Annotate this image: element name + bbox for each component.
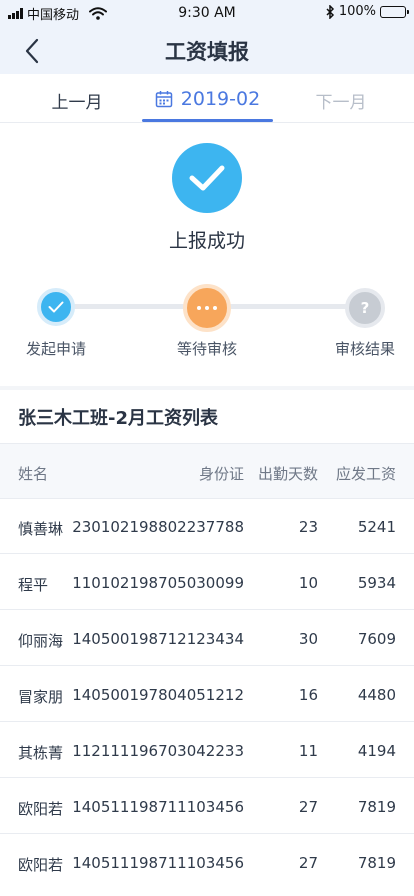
- cell-id: 112111196703042233: [72, 742, 244, 760]
- bluetooth-icon: [326, 4, 334, 19]
- cell-pay: 7819: [357, 798, 396, 816]
- header-id: 身份证: [198, 465, 244, 483]
- cell-pay: 5241: [357, 518, 396, 536]
- battery-percent: 100%: [338, 4, 376, 19]
- cell-pay: 4194: [357, 742, 396, 760]
- cell-days: 10: [298, 574, 318, 592]
- table-row[interactable]: 程平 110102198705030099 10 5934: [0, 555, 414, 610]
- page-title: 工资填报: [165, 40, 249, 64]
- cell-id: 140500197804051212: [72, 686, 244, 704]
- status-bar: 中国移动 9:30 AM 100%: [0, 0, 414, 26]
- cell-name: 慎善琳: [18, 520, 64, 538]
- active-tab-indicator: [142, 119, 273, 122]
- table-row[interactable]: 欧阳若 140511198711103456 27 7819: [0, 835, 414, 890]
- cell-pay: 4480: [357, 686, 396, 704]
- month-tabs: 上一月 2019-02 下一月: [0, 74, 414, 123]
- cell-id: 140511198711103456: [72, 854, 244, 872]
- step-done-dot: [37, 288, 75, 326]
- calendar-icon: [155, 90, 173, 107]
- cell-days: 27: [298, 798, 318, 816]
- question-icon: ?: [360, 299, 370, 317]
- step-result-dot: ?: [345, 288, 385, 328]
- table-row[interactable]: 慎善琳 230102198802237788 23 5241: [0, 499, 414, 554]
- cell-pay: 7609: [357, 630, 396, 648]
- cell-days: 11: [298, 742, 318, 760]
- section-title: 张三木工班-2月工资列表: [18, 408, 218, 429]
- step-connector-2: [230, 304, 348, 309]
- header-days: 出勤天数: [257, 465, 318, 483]
- cell-name: 冒家朋: [18, 688, 64, 706]
- cell-name: 仰丽海: [18, 632, 64, 650]
- cell-days: 23: [298, 518, 318, 536]
- cell-days: 30: [298, 630, 318, 648]
- cell-pay: 7819: [357, 854, 396, 872]
- table-row[interactable]: 欧阳若 140511198711103456 27 7819: [0, 779, 414, 834]
- table-header: 姓名 身份证 出勤天数 应发工资: [0, 443, 414, 499]
- battery-icon: [380, 5, 409, 18]
- table-row[interactable]: 其栋菁 112111196703042233 11 4194: [0, 723, 414, 778]
- cell-pay: 5934: [357, 574, 396, 592]
- step-label-apply: 发起申请: [25, 340, 86, 358]
- status-right: 100%: [326, 4, 409, 19]
- cell-id: 140500198712123434: [72, 630, 244, 648]
- checkmark-icon: [189, 165, 225, 191]
- cell-id: 110102198705030099: [72, 574, 244, 592]
- cell-name: 欧阳若: [18, 856, 64, 874]
- step-check-icon: [48, 301, 64, 313]
- next-month-button[interactable]: 下一月: [292, 88, 390, 113]
- step-pending-dot: [183, 284, 231, 332]
- cell-id: 230102198802237788: [72, 518, 244, 536]
- current-month-label: 2019-02: [180, 87, 261, 110]
- nav-bar: 工资填报: [0, 26, 414, 74]
- success-check-icon: [172, 143, 242, 213]
- prev-month-button[interactable]: 上一月: [28, 88, 126, 113]
- step-label-waiting: 等待审核: [176, 340, 237, 358]
- step-connector-1: [74, 304, 186, 309]
- step-label-result: 审核结果: [334, 340, 395, 358]
- table-row[interactable]: 冒家朋 140500197804051212 16 4480: [0, 667, 414, 722]
- section-divider: [0, 386, 414, 390]
- cell-name: 其栋菁: [18, 744, 64, 762]
- success-message: 上报成功: [168, 230, 245, 252]
- current-month-tab[interactable]: 2019-02: [142, 74, 273, 123]
- cell-days: 16: [298, 686, 318, 704]
- ellipsis-icon: [197, 306, 217, 310]
- table-row[interactable]: 仰丽海 140500198712123434 30 7609: [0, 611, 414, 666]
- cell-days: 27: [298, 854, 318, 872]
- cell-name: 欧阳若: [18, 800, 64, 818]
- cell-name: 程平: [18, 576, 49, 594]
- header-name: 姓名: [18, 465, 49, 483]
- cell-id: 140511198711103456: [72, 798, 244, 816]
- header-pay: 应发工资: [335, 465, 396, 483]
